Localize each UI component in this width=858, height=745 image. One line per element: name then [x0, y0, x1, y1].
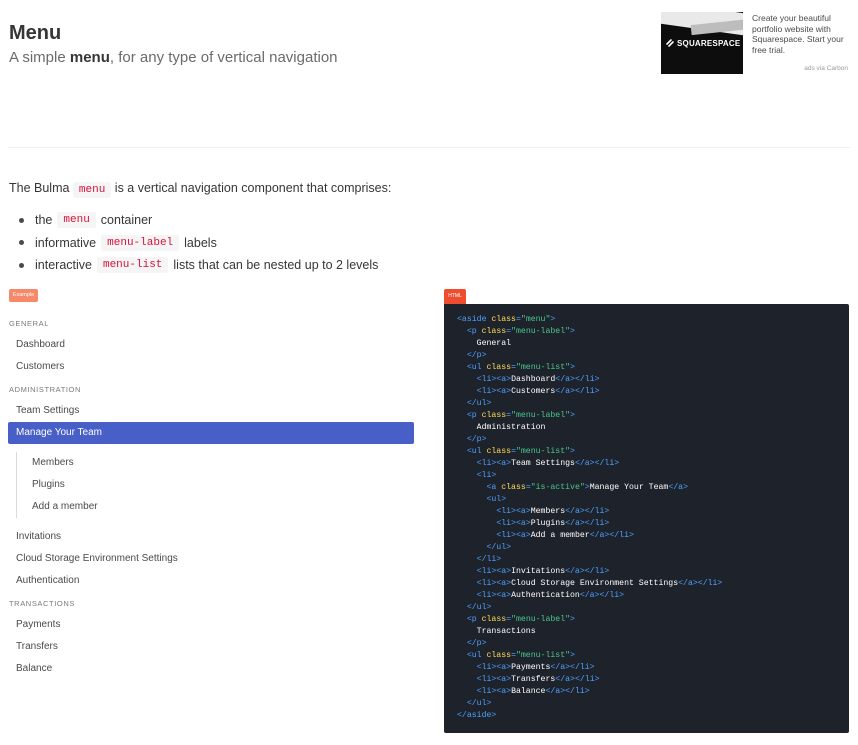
intro-paragraph: The Bulma menu is a vertical navigation …	[9, 181, 392, 198]
menu-item-customers[interactable]: Customers	[8, 356, 414, 378]
subtitle-suffix: , for any type of vertical navigation	[109, 49, 338, 66]
menu-item-members[interactable]: Members	[32, 452, 414, 474]
menu-item-invitations[interactable]: Invitations	[8, 526, 414, 548]
ad-text[interactable]: Create your beautiful portfolio website …	[752, 13, 852, 55]
inline-code: menu	[57, 212, 96, 229]
inline-code-menu: menu	[72, 182, 112, 198]
ad-brand: SQUARESPACE	[677, 38, 741, 48]
bullet-icon	[19, 240, 24, 246]
intro-after: is a vertical navigation component that …	[111, 181, 392, 195]
code-text-team-settings: Team Settings	[511, 459, 575, 468]
bullet-icon	[19, 217, 24, 223]
feature-list: the menu container informative menu-label la…	[19, 209, 378, 277]
code-text-general: General	[476, 339, 512, 348]
squarespace-logo-icon	[666, 39, 674, 47]
menu-label-administration: Administration	[9, 385, 82, 394]
code-text-transactions: Transactions	[476, 627, 536, 636]
intro-before: The Bulma	[9, 181, 73, 195]
list-item: informative menu-label labels	[19, 232, 378, 255]
menu-item-cloud-storage[interactable]: Cloud Storage Environment Settings	[8, 548, 414, 570]
code-text-authentication: Authentication	[511, 591, 580, 600]
page-subtitle: A simple menu, for any type of vertical …	[9, 49, 338, 66]
code-snippet[interactable]: <aside class="menu"> <p class="menu-labe…	[444, 304, 849, 733]
page-title: Menu	[9, 22, 62, 44]
code-text-add-member: Add a member	[530, 531, 590, 540]
inline-code: menu-label	[101, 234, 180, 251]
menu-item-payments[interactable]: Payments	[8, 614, 414, 636]
bullet-text: lists that can be nested up to 2 levels	[173, 258, 379, 273]
subtitle-strong: menu	[69, 49, 110, 66]
code-text-transfers: Transfers	[511, 675, 556, 684]
subtitle-prefix: A simple	[9, 49, 70, 66]
list-item: the menu container	[19, 209, 378, 232]
menu-item-authentication[interactable]: Authentication	[8, 570, 414, 592]
bullet-text: informative	[35, 235, 97, 250]
code-text-customers: Customers	[511, 387, 556, 396]
code-text-cloud-storage: Cloud Storage Environment Settings	[511, 579, 679, 588]
menu-item-team-settings[interactable]: Team Settings	[8, 400, 414, 422]
code-text-administration: Administration	[476, 423, 546, 432]
menu-item-manage-your-team[interactable]: Manage Your Team	[8, 422, 414, 444]
list-item: interactive menu-list lists that can be ne…	[19, 254, 378, 277]
bullet-text: the	[35, 213, 53, 228]
code-text-members: Members	[530, 507, 566, 516]
code-block: <aside class="menu"> <p class="menu-labe…	[457, 315, 723, 720]
team-submenu: Members Plugins Add a member	[16, 452, 414, 518]
code-text-plugins: Plugins	[530, 519, 566, 528]
bullet-text: container	[100, 213, 153, 228]
menu-label-transactions: Transactions	[9, 599, 75, 608]
inline-code: menu-list	[96, 257, 169, 274]
menu-item-plugins[interactable]: Plugins	[32, 474, 414, 496]
code-text-balance: Balance	[511, 687, 546, 696]
ad-via-carbon[interactable]: ads via Carbon	[804, 65, 848, 72]
bullet-text: labels	[184, 235, 217, 250]
example-badge: Example	[9, 289, 38, 302]
menu-item-balance[interactable]: Balance	[8, 658, 414, 680]
ad-image[interactable]: SQUARESPACE	[661, 12, 743, 74]
html-badge: HTML	[444, 289, 466, 304]
bullet-icon	[19, 262, 24, 268]
squarespace-logo: SQUARESPACE	[665, 38, 740, 48]
menu-label-general: General	[9, 319, 50, 328]
code-text-dashboard: Dashboard	[511, 375, 556, 384]
menu-item-dashboard[interactable]: Dashboard	[8, 334, 414, 356]
menu-item-transfers[interactable]: Transfers	[8, 636, 414, 658]
bullet-text: interactive	[35, 258, 92, 273]
code-text-manage-team: Manage Your Team	[589, 483, 669, 492]
code-text-payments: Payments	[511, 663, 551, 672]
code-text-invitations: Invitations	[511, 567, 566, 576]
menu-item-add-member[interactable]: Add a member	[32, 496, 414, 518]
menu-example: General Dashboard Customers Administrati…	[8, 312, 414, 680]
carbon-ad[interactable]: SQUARESPACE Create your beautiful portfo…	[660, 12, 850, 78]
header-divider	[8, 147, 850, 148]
